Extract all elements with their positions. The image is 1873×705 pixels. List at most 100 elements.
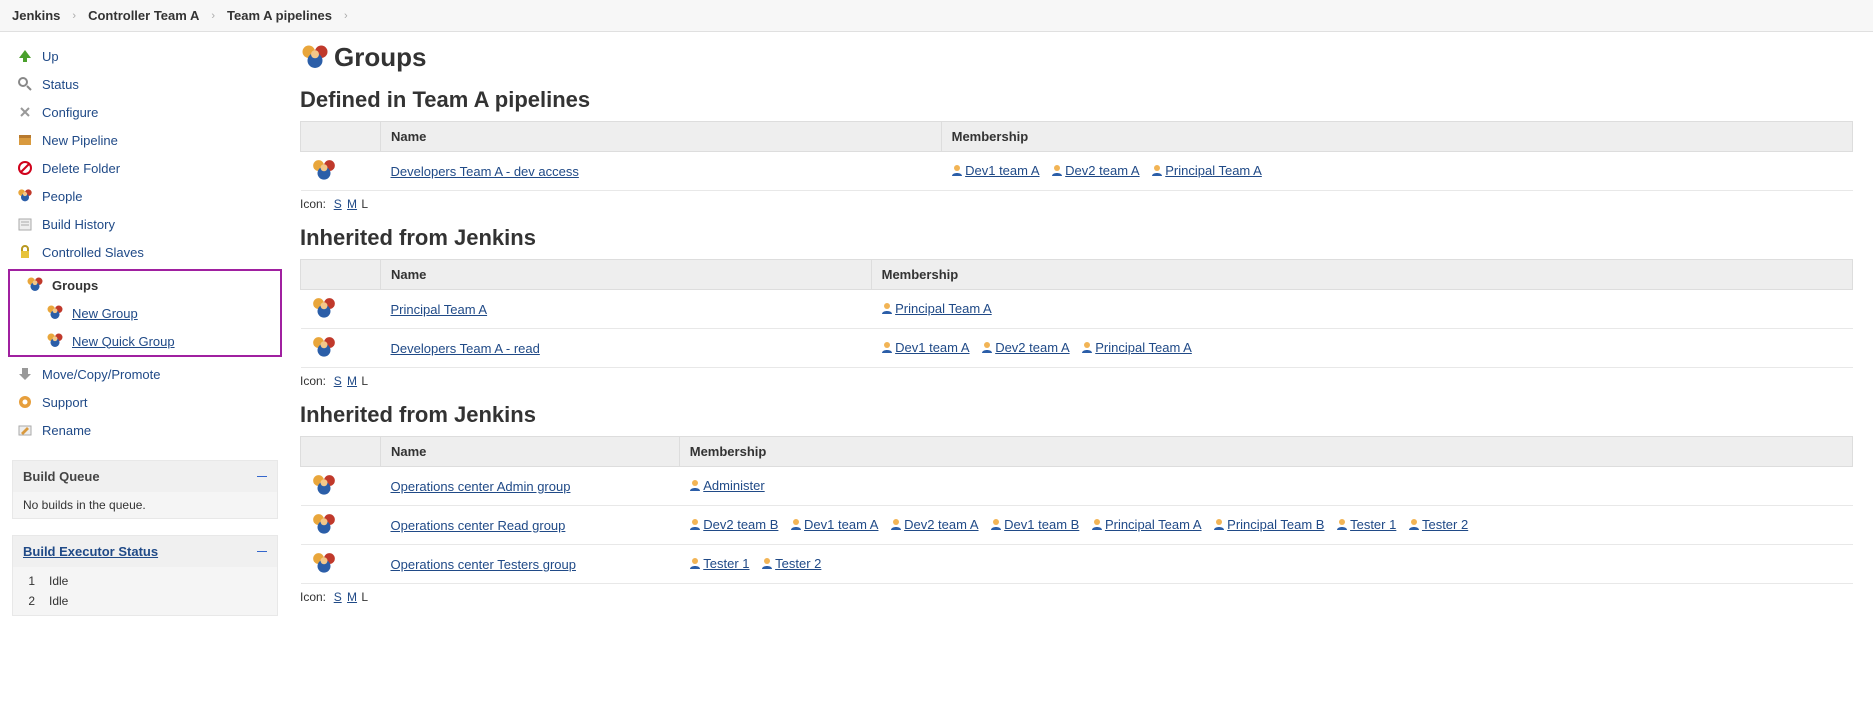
move-icon — [16, 365, 34, 383]
col-name: Name — [381, 260, 872, 290]
table-row: Developers Team A - read Dev1 team A Dev2… — [301, 329, 1853, 368]
breadcrumb-item[interactable]: Jenkins — [12, 8, 60, 23]
group-icon — [301, 545, 381, 584]
member-link[interactable]: Dev2 team B — [689, 517, 778, 532]
icon-size-m[interactable]: M — [347, 197, 357, 211]
member-link[interactable]: Principal Team A — [1091, 517, 1202, 532]
sidebar-item-groups[interactable]: Groups — [10, 271, 280, 299]
executor-title[interactable]: Build Executor Status — [23, 544, 158, 559]
sidebar-item-support[interactable]: Support — [0, 388, 290, 416]
people-icon — [16, 187, 34, 205]
col-name: Name — [381, 437, 680, 467]
sidebar-item-new-pipeline[interactable]: New Pipeline — [0, 126, 290, 154]
group-icon — [46, 304, 64, 322]
sidebar-item-delete-folder[interactable]: Delete Folder — [0, 154, 290, 182]
col-name: Name — [381, 122, 942, 152]
section-title: Inherited from Jenkins — [300, 402, 1853, 428]
group-name-link[interactable]: Operations center Admin group — [391, 479, 571, 494]
group-icon — [26, 276, 44, 294]
group-name-link[interactable]: Operations center Read group — [391, 518, 566, 533]
build-queue-body: No builds in the queue. — [13, 492, 277, 518]
member-link[interactable]: Dev1 team B — [990, 517, 1079, 532]
group-name-link[interactable]: Operations center Testers group — [391, 557, 576, 572]
search-icon — [16, 75, 34, 93]
executor-row: 1Idle — [23, 571, 267, 591]
table-row: Operations center Read groupDev2 team B … — [301, 506, 1853, 545]
group-icon — [301, 467, 381, 506]
member-link[interactable]: Principal Team A — [881, 301, 992, 316]
collapse-icon[interactable]: — — [257, 546, 267, 557]
table-row: Principal Team A Principal Team A — [301, 290, 1853, 329]
breadcrumb-item[interactable]: Controller Team A — [88, 8, 199, 23]
group-name-link[interactable]: Developers Team A - dev access — [391, 164, 579, 179]
icon-size-current: L — [361, 197, 368, 211]
breadcrumb-item[interactable]: Team A pipelines — [227, 8, 332, 23]
icon-size-current: L — [361, 374, 368, 388]
col-membership: Membership — [871, 260, 1852, 290]
icon-size-current: L — [361, 590, 368, 604]
icon-size-m[interactable]: M — [347, 374, 357, 388]
member-link[interactable]: Tester 1 — [689, 556, 749, 571]
member-link[interactable]: Principal Team A — [1081, 340, 1192, 355]
section-title: Inherited from Jenkins — [300, 225, 1853, 251]
member-link[interactable]: Tester 2 — [761, 556, 821, 571]
sidebar-item-status[interactable]: Status — [0, 70, 290, 98]
collapse-icon[interactable]: — — [257, 471, 267, 482]
group-name-link[interactable]: Developers Team A - read — [391, 341, 540, 356]
table-row: Developers Team A - dev access Dev1 team … — [301, 152, 1853, 191]
groups-table: NameMembershipPrincipal Team APrincipal … — [300, 259, 1853, 368]
lock-icon — [16, 243, 34, 261]
sidebar-item-configure[interactable]: Configure — [0, 98, 290, 126]
member-link[interactable]: Dev2 team A — [890, 517, 978, 532]
icon-size-s[interactable]: S — [334, 374, 342, 388]
box-icon — [16, 131, 34, 149]
chevron-right-icon: › — [72, 10, 76, 22]
group-icon — [301, 152, 381, 191]
member-link[interactable]: Principal Team B — [1213, 517, 1324, 532]
section-title: Defined in Team A pipelines — [300, 87, 1853, 113]
member-link[interactable]: Dev1 team A — [881, 340, 969, 355]
icon-size-s[interactable]: S — [334, 197, 342, 211]
sidebar-item-build-history[interactable]: Build History — [0, 210, 290, 238]
sidebar-item-people[interactable]: People — [0, 182, 290, 210]
sidebar-item-controlled-slaves[interactable]: Controlled Slaves — [0, 238, 290, 266]
member-link[interactable]: Dev2 team A — [981, 340, 1069, 355]
member-link[interactable]: Administer — [689, 478, 764, 493]
icon-size-m[interactable]: M — [347, 590, 357, 604]
group-icon — [301, 506, 381, 545]
build-queue: Build Queue — No builds in the queue. — [12, 460, 278, 519]
icon-size-s[interactable]: S — [334, 590, 342, 604]
table-row: Operations center Admin group Administer — [301, 467, 1853, 506]
group-icon — [301, 290, 381, 329]
col-membership: Membership — [679, 437, 1852, 467]
history-icon — [16, 215, 34, 233]
groups-table: NameMembershipOperations center Admin gr… — [300, 436, 1853, 584]
table-row: Operations center Testers groupTester 1 … — [301, 545, 1853, 584]
sidebar-item-up[interactable]: Up — [0, 42, 290, 70]
build-queue-title: Build Queue — [23, 469, 100, 484]
member-link[interactable]: Dev2 team A — [1051, 163, 1139, 178]
icon-sizer: Icon: S M L — [300, 590, 1853, 604]
icon-sizer: Icon: S M L — [300, 374, 1853, 388]
wrench-icon — [16, 103, 34, 121]
up-icon — [16, 47, 34, 65]
member-link[interactable]: Tester 1 — [1336, 517, 1396, 532]
group-name-link[interactable]: Principal Team A — [391, 302, 488, 317]
member-link[interactable]: Dev1 team A — [951, 163, 1039, 178]
nope-icon — [16, 159, 34, 177]
sidebar-item-new-group[interactable]: New Group — [10, 299, 280, 327]
group-icon — [301, 329, 381, 368]
group-icon — [46, 332, 64, 350]
member-link[interactable]: Dev1 team A — [790, 517, 878, 532]
sidebar-item-rename[interactable]: Rename — [0, 416, 290, 444]
main-content: Groups Defined in Team A pipelinesNameMe… — [290, 32, 1873, 648]
member-link[interactable]: Principal Team A — [1151, 163, 1262, 178]
rename-icon — [16, 421, 34, 439]
member-link[interactable]: Tester 2 — [1408, 517, 1468, 532]
sidebar: UpStatusConfigureNew PipelineDelete Fold… — [0, 32, 290, 626]
sidebar-item-new-quick-group[interactable]: New Quick Group — [10, 327, 280, 355]
icon-sizer: Icon: S M L — [300, 197, 1853, 211]
sidebar-item-move-copy-promote[interactable]: Move/Copy/Promote — [0, 360, 290, 388]
breadcrumb: Jenkins › Controller Team A › Team A pip… — [0, 0, 1873, 32]
page-title: Groups — [300, 42, 1853, 73]
